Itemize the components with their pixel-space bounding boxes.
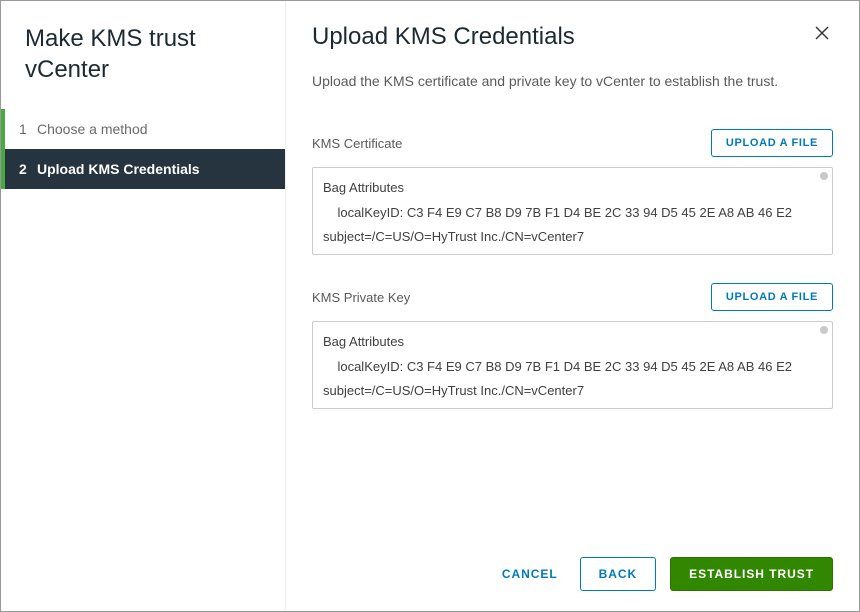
dialog-footer: CANCEL BACK ESTABLISH TRUST xyxy=(312,541,833,591)
establish-trust-button[interactable]: ESTABLISH TRUST xyxy=(670,557,833,591)
step-label: Upload KMS Credentials xyxy=(37,161,200,177)
wizard-title: Make KMS trust vCenter xyxy=(1,23,285,109)
back-button[interactable]: BACK xyxy=(580,557,657,591)
wizard-sidebar: Make KMS trust vCenter 1 Choose a method… xyxy=(1,1,286,611)
page-description: Upload the KMS certificate and private k… xyxy=(312,73,833,89)
kms-private-key-textarea[interactable]: Bag Attributes localKeyID: C3 F4 E9 C7 B… xyxy=(312,321,833,409)
scrollbar-thumb[interactable] xyxy=(820,326,828,334)
kms-private-key-section: KMS Private Key UPLOAD A FILE Bag Attrib… xyxy=(312,283,833,409)
close-icon[interactable] xyxy=(811,23,833,45)
kms-certificate-textarea[interactable]: Bag Attributes localKeyID: C3 F4 E9 C7 B… xyxy=(312,167,833,255)
kms-certificate-content: Bag Attributes localKeyID: C3 F4 E9 C7 B… xyxy=(313,168,832,254)
kms-private-key-label: KMS Private Key xyxy=(312,290,410,305)
step-number: 1 xyxy=(19,121,37,137)
scrollbar-thumb[interactable] xyxy=(820,172,828,180)
upload-private-key-button[interactable]: UPLOAD A FILE xyxy=(711,283,833,311)
wizard-step-1[interactable]: 1 Choose a method xyxy=(1,109,285,149)
wizard-step-2[interactable]: 2 Upload KMS Credentials xyxy=(1,149,285,189)
dialog: Make KMS trust vCenter 1 Choose a method… xyxy=(0,0,860,612)
kms-private-key-content: Bag Attributes localKeyID: C3 F4 E9 C7 B… xyxy=(313,322,832,408)
header-row: Upload KMS Credentials xyxy=(312,23,833,51)
cancel-button[interactable]: CANCEL xyxy=(494,557,566,591)
kms-certificate-section: KMS Certificate UPLOAD A FILE Bag Attrib… xyxy=(312,129,833,255)
section-header: KMS Certificate UPLOAD A FILE xyxy=(312,129,833,157)
section-header: KMS Private Key UPLOAD A FILE xyxy=(312,283,833,311)
main-panel: Upload KMS Credentials Upload the KMS ce… xyxy=(286,1,859,611)
kms-certificate-label: KMS Certificate xyxy=(312,136,402,151)
step-number: 2 xyxy=(19,161,37,177)
page-title: Upload KMS Credentials xyxy=(312,23,575,51)
step-label: Choose a method xyxy=(37,121,148,137)
upload-certificate-button[interactable]: UPLOAD A FILE xyxy=(711,129,833,157)
